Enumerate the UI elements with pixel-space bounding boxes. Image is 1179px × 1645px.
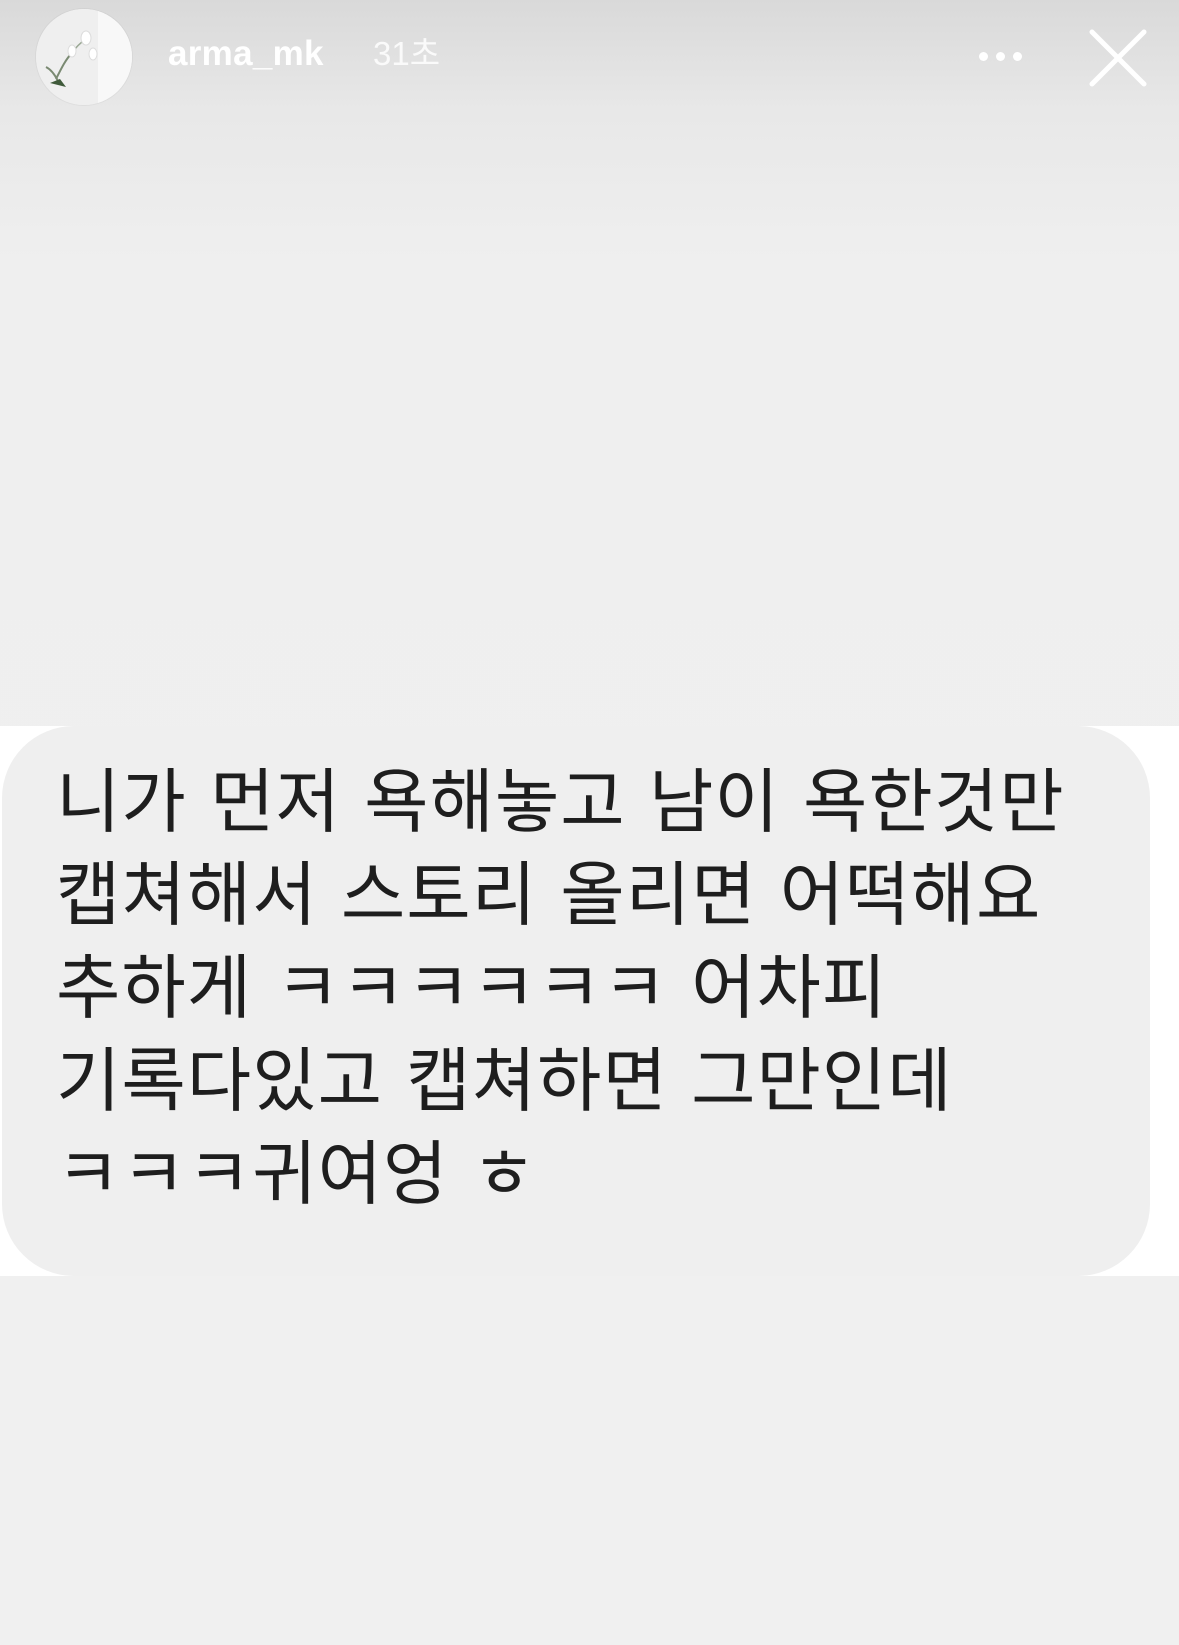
- more-dot: [1012, 51, 1022, 61]
- more-dot: [995, 51, 1005, 61]
- story-header: arma_mk 31초: [0, 0, 1179, 115]
- more-dot: [978, 51, 988, 61]
- message-line: 캡쳐해서 스토리 올리면 어떡해요: [56, 854, 1042, 936]
- message-text: 니가 먼저 욕해놓고 남이 욕한것만 캡쳐해서 스토리 올리면 어떡해요 추하게…: [56, 756, 1136, 1221]
- story-username[interactable]: arma_mk: [168, 30, 324, 78]
- message-line: ㅋㅋㅋ귀여엉 ㅎ: [56, 1133, 538, 1215]
- avatar[interactable]: [36, 9, 132, 105]
- message-line: 추하게 ㅋㅋㅋㅋㅋㅋ 어차피: [56, 947, 888, 1029]
- story-viewer: arma_mk 31초 니가 먼저 욕해놓고 남이 욕한것만 캡쳐해서 스토리 …: [0, 0, 1179, 1645]
- story-timestamp: 31초: [373, 35, 441, 72]
- message-line: 기록다있고 캡쳐하면 그만인데: [56, 1040, 953, 1122]
- message-bubble: 니가 먼저 욕해놓고 남이 욕한것만 캡쳐해서 스토리 올리면 어떡해요 추하게…: [2, 726, 1150, 1276]
- close-icon[interactable]: [1080, 20, 1156, 96]
- more-horizontal-icon[interactable]: [970, 34, 1030, 78]
- message-line: 니가 먼저 욕해놓고 남이 욕한것만: [56, 761, 1065, 843]
